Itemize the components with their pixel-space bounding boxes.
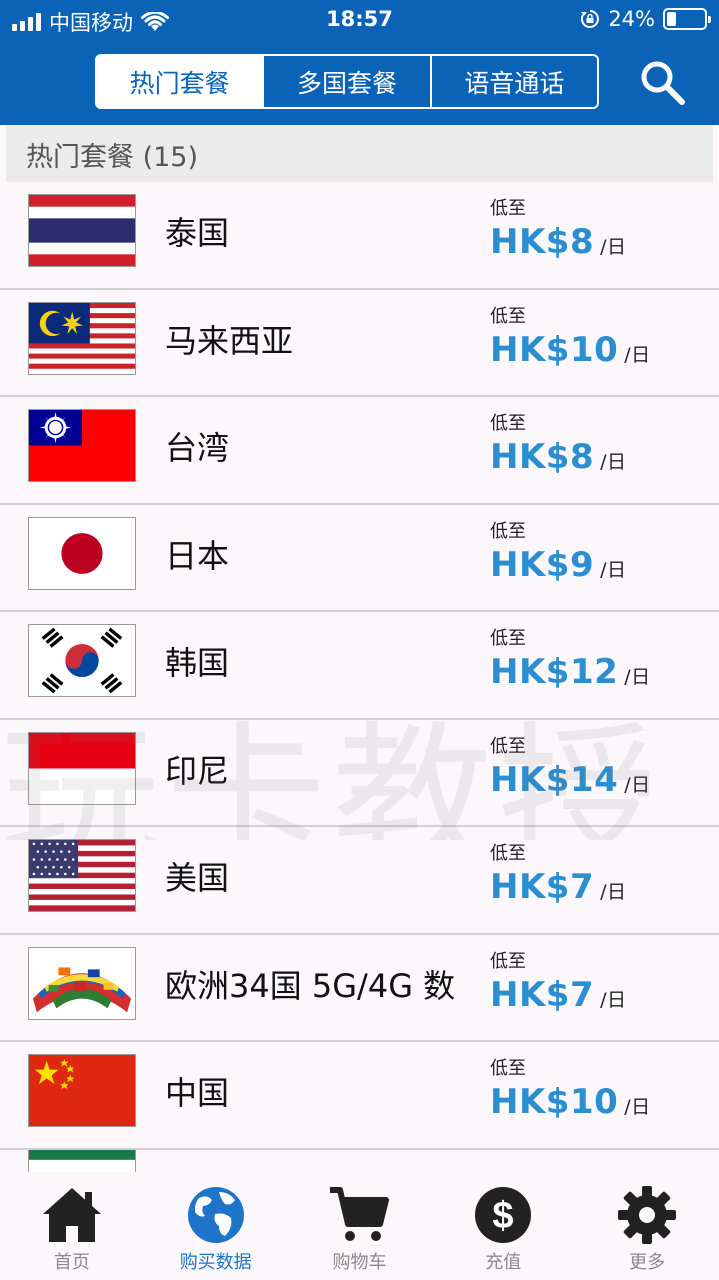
- price: HK$12/日: [490, 652, 651, 692]
- unit-label: /日: [624, 666, 651, 688]
- malaysia-flag-icon: [28, 301, 136, 375]
- price: HK$9/日: [490, 544, 627, 585]
- country-name: 日本: [165, 536, 230, 575]
- unit-label: /日: [624, 1096, 651, 1118]
- tab-cart[interactable]: 购物车: [288, 1172, 432, 1280]
- globe-icon: [187, 1187, 244, 1243]
- list-item[interactable]: 泰国 低至 HK$8/日: [0, 182, 719, 290]
- tab-home[interactable]: 首页: [0, 1172, 144, 1280]
- battery-icon: [663, 8, 711, 30]
- section-header: 热门套餐 (15): [6, 126, 713, 182]
- bottom-tab-bar: 首页 购买数据 购物车 $ 充值 更多: [0, 1172, 719, 1280]
- tab-label: 更多: [629, 1252, 666, 1273]
- unit-label: /日: [624, 343, 651, 366]
- europe-flags-icon: [28, 946, 136, 1020]
- tab-multi-country-plans[interactable]: 多国套餐: [264, 56, 432, 107]
- tab-voice-call[interactable]: 语音通话: [432, 56, 597, 107]
- list-item[interactable]: 韩国 低至 HK$12/日: [0, 612, 719, 720]
- country-name: 中国: [165, 1074, 230, 1112]
- tab-label: 充值: [485, 1252, 522, 1273]
- status-bar: 中国移动 18:57 24%: [0, 0, 719, 40]
- price: HK$7/日: [490, 974, 627, 1015]
- search-icon[interactable]: [638, 58, 686, 106]
- tab-topup[interactable]: $ 充值: [431, 1172, 575, 1280]
- unit-label: /日: [600, 988, 627, 1011]
- price: HK$14/日: [490, 759, 651, 800]
- list-item[interactable]: 日本 低至 HK$9/日: [0, 505, 719, 612]
- list-item[interactable]: 印尼 低至 HK$14/日: [0, 720, 719, 827]
- svg-text:$: $: [493, 1195, 514, 1237]
- korea-flag-icon: [28, 624, 136, 697]
- tab-label: 首页: [53, 1252, 90, 1273]
- japan-flag-icon: [28, 516, 136, 590]
- country-name: 欧洲34国 5G/4G 数: [165, 966, 456, 1005]
- unit-label: /日: [600, 881, 627, 903]
- gear-icon: [618, 1186, 677, 1244]
- unit-label: /日: [600, 451, 627, 473]
- tab-more[interactable]: 更多: [575, 1172, 719, 1280]
- tab-label: 购物车: [332, 1252, 387, 1273]
- from-label: 低至: [490, 1058, 526, 1079]
- country-name: 泰国: [165, 214, 230, 252]
- indonesia-flag-icon: [28, 731, 136, 805]
- list-item[interactable]: 中国 低至 HK$10/日: [0, 1042, 719, 1150]
- thailand-flag-icon: [28, 194, 136, 267]
- cart-icon: [330, 1187, 390, 1241]
- country-name: 韩国: [165, 644, 230, 682]
- price: HK$10/日: [490, 329, 651, 370]
- price: HK$10/日: [490, 1082, 651, 1122]
- list-item[interactable]: 台湾 低至 HK$8/日: [0, 397, 719, 505]
- from-label: 低至: [490, 198, 526, 219]
- battery-percent: 24%: [608, 7, 655, 31]
- country-name: 印尼: [165, 751, 230, 790]
- from-label: 低至: [490, 628, 526, 649]
- from-label: 低至: [490, 735, 526, 757]
- orientation-lock-icon: [581, 10, 600, 28]
- from-label: 低至: [490, 413, 526, 434]
- from-label: 低至: [490, 305, 526, 327]
- list-item[interactable]: 美国 低至 HK$7/日: [0, 827, 719, 935]
- tab-label: 购买数据: [179, 1252, 252, 1273]
- unit-label: /日: [624, 773, 651, 796]
- price: HK$8/日: [490, 437, 627, 477]
- list-item[interactable]: 欧洲34国 5G/4G 数 低至 HK$7/日: [0, 935, 719, 1042]
- china-flag-icon: [28, 1054, 136, 1127]
- dollar-icon: $: [475, 1187, 532, 1243]
- header-bar: 中国移动 18:57 24% 热门套餐 多国套餐 语音通话: [0, 0, 719, 125]
- from-label: 低至: [490, 950, 526, 972]
- from-label: 低至: [490, 843, 526, 864]
- unit-label: /日: [600, 236, 627, 258]
- price: HK$8/日: [490, 222, 627, 262]
- country-name: 美国: [165, 859, 230, 897]
- home-icon: [42, 1188, 101, 1242]
- country-name: 马来西亚: [165, 321, 294, 360]
- usa-flag-icon: [28, 839, 136, 912]
- country-name: 台湾: [165, 429, 230, 467]
- plan-type-tabs: 热门套餐 多国套餐 语音通话: [95, 54, 599, 109]
- list-item[interactable]: 马来西亚 低至 HK$10/日: [0, 290, 719, 397]
- plan-list: 泰国 低至 HK$8/日 马来西亚 低至 HK$10/日 台湾 低至 HK$8 …: [0, 182, 719, 1178]
- from-label: 低至: [490, 520, 526, 542]
- tab-popular-plans[interactable]: 热门套餐: [97, 56, 265, 107]
- tab-buy-data[interactable]: 购买数据: [144, 1172, 288, 1280]
- price: HK$7/日: [490, 867, 627, 907]
- taiwan-flag-icon: [28, 409, 136, 482]
- unit-label: /日: [600, 558, 627, 581]
